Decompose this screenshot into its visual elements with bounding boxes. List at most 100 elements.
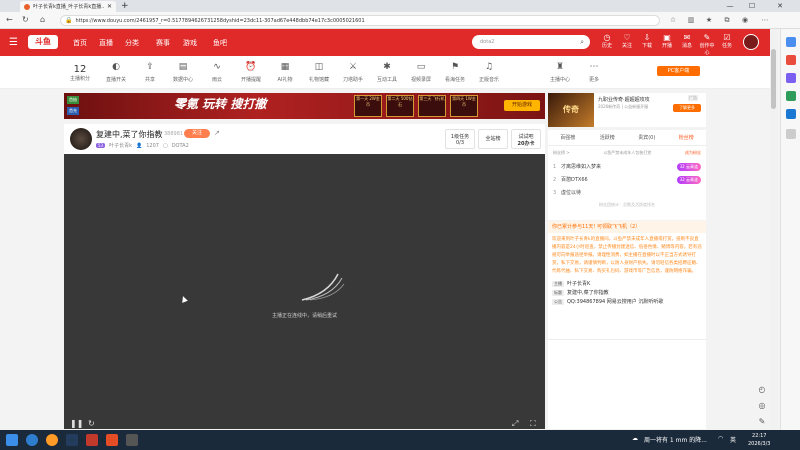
webfullscreen-icon[interactable]: ⤢	[512, 419, 518, 429]
collections-icon[interactable]: ⧉	[722, 15, 732, 25]
refresh-icon[interactable]: ↻	[22, 15, 29, 24]
steam-taskbar-icon[interactable]	[66, 434, 78, 446]
tool-interactive[interactable]: ✱ 互动工具	[372, 61, 402, 83]
url-field[interactable]: 🔒 https://www.douyu.com/2461957_r=0.5177…	[60, 15, 660, 26]
dota-taskbar-icon[interactable]	[86, 434, 98, 446]
share-icon[interactable]: ↗	[214, 129, 220, 137]
become-fan-link[interactable]: 成为粉丝	[685, 150, 701, 156]
app2-taskbar-icon[interactable]	[106, 434, 118, 446]
star-icon[interactable]: ☆	[668, 15, 678, 25]
feedback-icon[interactable]: ◴	[756, 385, 768, 397]
anchor-points[interactable]: 12 主播积分	[70, 64, 90, 82]
tool-ai-gift[interactable]: ▦ AI礼物	[270, 61, 300, 83]
tool-data-center[interactable]: ▤ 数据中心	[168, 61, 198, 83]
level-task-button[interactable]: 1级任务 0/3	[445, 129, 475, 149]
nav-games[interactable]: 游戏	[183, 38, 197, 48]
tool-more[interactable]: ⋯ 更多	[579, 61, 609, 83]
start-icon[interactable]	[6, 434, 18, 446]
nav-live[interactable]: 直播	[99, 38, 113, 48]
search-input[interactable]: dota2 ⌕	[472, 35, 590, 49]
clock-app-icon[interactable]	[126, 434, 138, 446]
messages-button[interactable]: ✉ 消息	[678, 33, 696, 50]
tool-anchor-center[interactable]: ♜ 主播中心	[545, 61, 575, 83]
weather-text[interactable]: 周一将有 1 mm 的降...	[644, 435, 707, 444]
close-window-icon[interactable]: ✕	[770, 0, 790, 12]
user-avatar[interactable]	[743, 34, 759, 50]
games-icon[interactable]	[786, 91, 796, 101]
system-clock[interactable]: 22:17 2026/3/3	[748, 432, 770, 448]
tool-gift-collection[interactable]: ◫ 礼物馆藏	[304, 61, 334, 83]
tab-top100[interactable]: 百强榜	[548, 130, 588, 145]
tab-fans[interactable]: 粉丝榜	[667, 130, 707, 145]
tool-music[interactable]: ♫ 正版音乐	[474, 61, 504, 83]
streamer-avatar[interactable]	[70, 128, 92, 150]
nav-fishbar[interactable]: 鱼吧	[213, 38, 227, 48]
shopping-icon[interactable]	[786, 55, 796, 65]
search-sidebar-icon[interactable]	[786, 37, 796, 47]
follow-list-button[interactable]: ♡ 关注	[618, 33, 636, 50]
close-tab-icon[interactable]: ✕	[107, 3, 112, 10]
outlook-icon[interactable]	[786, 109, 796, 119]
pc-client-button[interactable]: PC客户端	[657, 66, 700, 76]
tool-reminder[interactable]: ⏰ 开播提醒	[236, 61, 266, 83]
card-button[interactable]: 试试吧 20办卡	[511, 129, 541, 149]
page-scrollbar[interactable]	[770, 29, 777, 430]
tool-live-toggle[interactable]: ◐ 直播开关	[101, 61, 131, 83]
rank-row[interactable]: 3 虚位以待	[548, 186, 706, 199]
tab-vip[interactable]: 贵宾(0)	[627, 130, 667, 145]
add-sidebar-icon[interactable]	[786, 129, 796, 139]
search-icon[interactable]: ⌕	[580, 35, 584, 49]
scrollbar-thumb[interactable]	[771, 49, 776, 109]
tool-share[interactable]: ⇪ 共享	[135, 61, 165, 83]
rank-row[interactable]: 2 百憩DTX66 32 云青涟	[548, 173, 706, 186]
tool-missions[interactable]: ⚑ 看海任务	[440, 61, 470, 83]
more-icon[interactable]: ⋯	[760, 15, 770, 25]
browser-tab[interactable]: 叶子长青k直播_叶子长青k直播... ✕	[20, 1, 116, 12]
tab-active[interactable]: 活跃榜	[588, 130, 628, 145]
follow-button[interactable]: 关注	[184, 129, 210, 138]
nav-category[interactable]: 分类	[125, 38, 139, 48]
rank-row[interactable]: 1 才离思维如入梦来 32 云青涟	[548, 160, 706, 173]
streamer-name[interactable]: 叶子长青k	[109, 142, 132, 149]
start-game-button[interactable]: 开始游戏	[504, 100, 540, 111]
go-live-button[interactable]: ▣ 开播	[658, 33, 676, 50]
refresh-video-icon[interactable]: ↻	[88, 419, 95, 428]
douyu-logo[interactable]: 斗鱼	[28, 35, 58, 49]
menu-icon[interactable]: ☰	[9, 37, 18, 48]
home-icon[interactable]: ⌂	[40, 15, 45, 24]
learn-more-button[interactable]: 了解更多	[673, 104, 701, 112]
creator-center-button[interactable]: ✎ 创作中心	[698, 33, 716, 57]
tasks-button[interactable]: ☑ 任务	[718, 33, 736, 50]
maximize-icon[interactable]: ☐	[742, 0, 762, 12]
tool-video[interactable]: ▭ 视频录屏	[406, 61, 436, 83]
game-name[interactable]: DOTA2	[172, 143, 189, 149]
edit-icon[interactable]: ✎	[756, 417, 768, 429]
chat-input-area[interactable]	[548, 339, 706, 429]
video-player[interactable]: 主播正在连线中，请稍后重试 ❚❚ ↻ ⤢ ⛶	[64, 154, 545, 429]
nav-events[interactable]: 赛事	[156, 38, 170, 48]
settings-icon[interactable]: ◎	[756, 401, 768, 413]
site-rank-button[interactable]: 全站榜	[478, 129, 508, 149]
tool-dota-helper[interactable]: ⚔ 刀塔助手	[338, 61, 368, 83]
weather-icon[interactable]: ☁	[632, 435, 638, 442]
nav-home[interactable]: 首页	[73, 38, 87, 48]
pause-icon[interactable]: ❚❚	[70, 419, 83, 428]
ime-indicator[interactable]: 英	[730, 435, 736, 444]
edge-taskbar-icon[interactable]	[26, 434, 38, 446]
history-button[interactable]: ◷ 历史	[598, 33, 616, 50]
wifi-icon[interactable]: ◠	[718, 435, 723, 442]
fullscreen-icon[interactable]: ⛶	[530, 419, 536, 429]
game-banner[interactable]: 首抽 首充 零氪 玩转 搜打撤 第一天 2W金币 第二天 500钻石 第三天 飞…	[64, 93, 545, 119]
download-button[interactable]: ⇩ 下载	[638, 33, 656, 50]
new-tab-icon[interactable]: +	[121, 0, 129, 12]
fans-rank-link[interactable]: 粉丝榜 >	[553, 150, 570, 156]
back-icon[interactable]: ←	[6, 15, 13, 24]
checkin-banner[interactable]: 你已累计参与11天! 可领取飞飞机（2）	[548, 221, 706, 233]
tools-icon[interactable]	[786, 73, 796, 83]
tool-cloud[interactable]: ∿ 雨云	[202, 61, 232, 83]
favorites-icon[interactable]: ★	[704, 15, 714, 25]
minimize-icon[interactable]: —	[720, 0, 740, 12]
split-screen-icon[interactable]: ▥	[686, 15, 696, 25]
side-ad[interactable]: 传奇 九职业传奇·超超超攻攻 2026新传奇 | 公益新服开服 广告 了解更多	[548, 93, 706, 127]
profile-icon[interactable]: ◉	[740, 15, 750, 25]
